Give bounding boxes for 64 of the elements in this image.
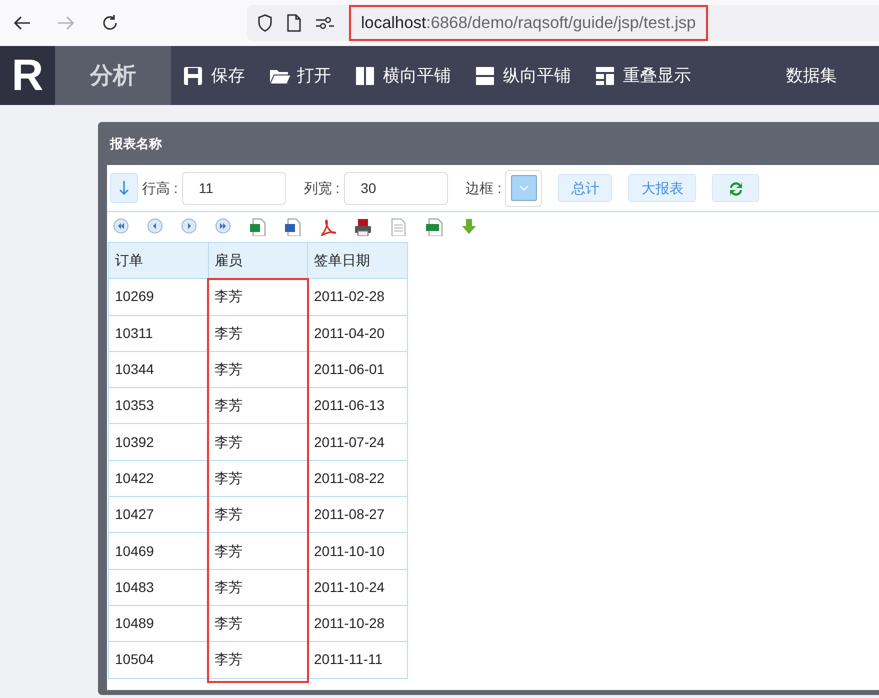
table-cell: 2011-10-10 xyxy=(308,532,407,570)
input-field[interactable]: 30 xyxy=(344,172,448,204)
table-cell: 10469 xyxy=(108,532,208,570)
table-cell: 2011-10-24 xyxy=(308,569,407,606)
panel-title: 报表名称 xyxy=(110,134,162,153)
first-page-icon[interactable] xyxy=(113,218,129,236)
table-cell: 2011-10-28 xyxy=(308,605,407,642)
logo: R xyxy=(0,46,55,105)
excel-file-icon[interactable] xyxy=(249,218,266,236)
table-cell: 10311 xyxy=(108,315,208,352)
table-cell: 10392 xyxy=(108,424,208,460)
table-cell: 10427 xyxy=(108,496,208,533)
table-cell: 2011-04-20 xyxy=(308,315,407,352)
table-cell: 10483 xyxy=(108,569,208,606)
section-title: 分析 xyxy=(55,46,171,105)
column-header: 订单 xyxy=(108,242,208,279)
page-icon[interactable] xyxy=(287,14,301,32)
download-arrow-icon[interactable] xyxy=(461,218,477,236)
address-text[interactable]: localhost:6868/demo/raqsoft/guide/jsp/test.jsp xyxy=(349,4,708,42)
refresh-icon xyxy=(728,180,744,198)
table-cell: 10489 xyxy=(108,605,208,642)
table-cell: 2011-06-13 xyxy=(308,388,407,424)
column-header: 签单日期 xyxy=(308,242,407,279)
previous-page-icon[interactable] xyxy=(147,218,163,236)
refresh-button[interactable] xyxy=(712,174,760,202)
table-cell: 2011-06-01 xyxy=(308,351,407,388)
table-cell: 2011-08-22 xyxy=(308,460,407,497)
field-label: 边框 : xyxy=(466,178,502,198)
toolbar-button[interactable]: 横向平铺 xyxy=(343,46,463,105)
toolbar-button[interactable]: 打开 xyxy=(257,46,343,105)
table-cell: 2011-11-11 xyxy=(308,642,407,678)
dataset-menu[interactable]: 数据集 xyxy=(786,62,837,88)
toolbar-button[interactable]: 纵向平铺 xyxy=(463,46,583,105)
toolbar-button[interactable]: 保存 xyxy=(171,46,257,105)
table-cell: 10504 xyxy=(108,642,208,678)
down-arrow-icon xyxy=(119,180,129,196)
input-field[interactable]: 11 xyxy=(182,172,286,204)
table-cell: 2011-08-27 xyxy=(308,496,407,533)
settings-icon[interactable] xyxy=(315,16,335,30)
toolbar-button[interactable]: 重叠显示 xyxy=(583,46,703,105)
field-label: 行高 : xyxy=(142,178,178,198)
next-page-icon[interactable] xyxy=(181,218,197,236)
table-cell: 10344 xyxy=(108,351,208,388)
last-page-icon[interactable] xyxy=(215,218,231,236)
layout-icon xyxy=(595,66,617,86)
printer-icon[interactable] xyxy=(354,218,372,236)
pdf-icon[interactable] xyxy=(319,218,336,236)
table-cell: 2011-07-24 xyxy=(308,424,407,460)
csv-file-icon[interactable] xyxy=(425,218,443,236)
back-icon[interactable] xyxy=(13,15,31,31)
table-cell: 10353 xyxy=(108,388,208,424)
sort-button[interactable] xyxy=(110,173,138,203)
field-label: 列宽 : xyxy=(304,178,340,198)
word-file-icon[interactable] xyxy=(284,218,301,236)
table-cell: 10422 xyxy=(108,460,208,497)
table-cell: 2011-02-28 xyxy=(308,278,407,316)
shield-icon[interactable] xyxy=(257,14,273,32)
floppy-icon xyxy=(183,66,205,86)
columns-icon xyxy=(355,66,377,86)
column-header: 雇员 xyxy=(208,242,308,279)
rows-icon xyxy=(475,66,497,86)
table-cell: 10269 xyxy=(108,278,208,316)
reload-icon[interactable] xyxy=(101,14,119,32)
chevron-icon xyxy=(518,185,529,191)
